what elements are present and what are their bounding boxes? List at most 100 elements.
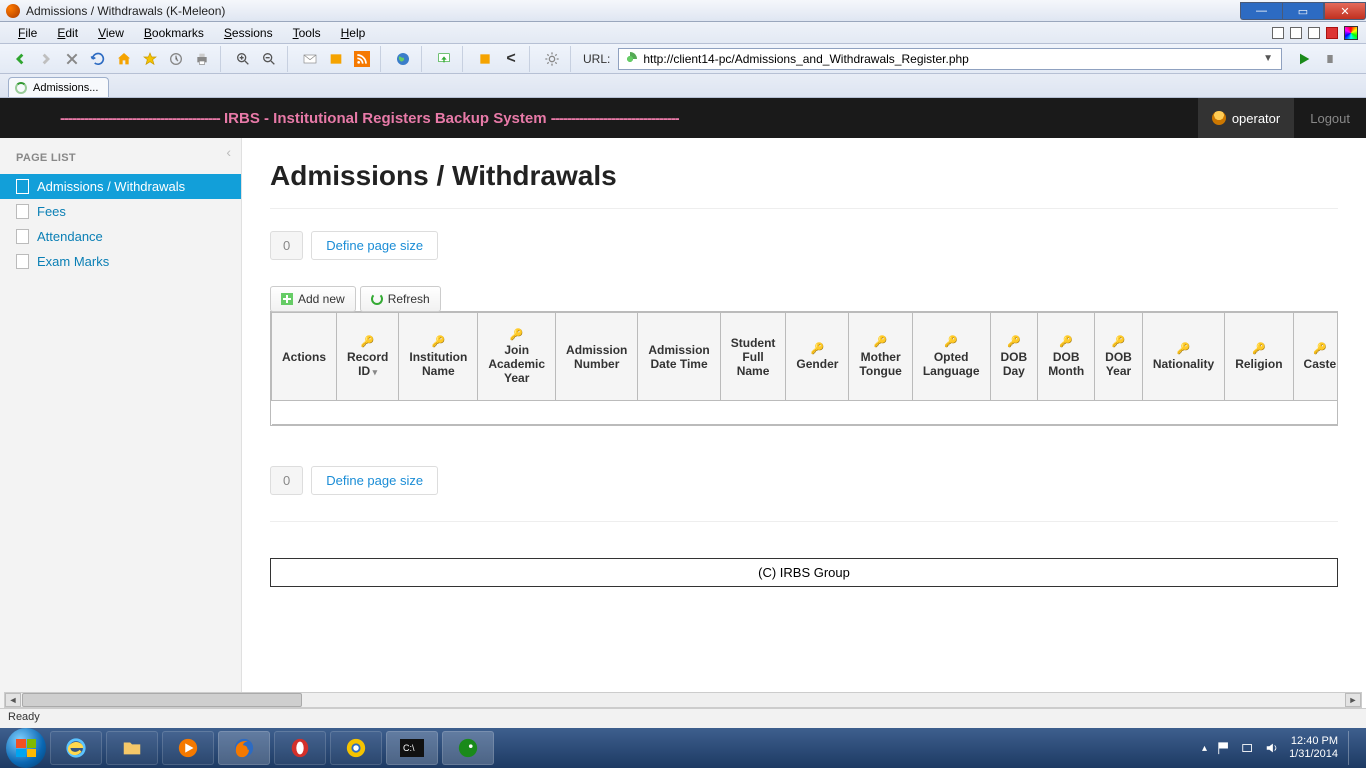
taskbar-item-cmd[interactable]: C:\: [386, 731, 438, 765]
horizontal-scrollbar[interactable]: ◄ ►: [4, 692, 1362, 708]
back-button[interactable]: [10, 49, 30, 69]
reload-button[interactable]: [88, 49, 108, 69]
window-close-button[interactable]: ✕: [1324, 2, 1366, 20]
tray-show-hidden-icon[interactable]: ▴: [1202, 743, 1207, 754]
toolbar-extra-icon[interactable]: [1320, 49, 1340, 69]
history-icon[interactable]: [166, 49, 186, 69]
sidebar-collapse-icon[interactable]: ‹: [226, 144, 231, 160]
column-header-label: Nationality: [1153, 357, 1214, 371]
tray-network-icon[interactable]: [1241, 741, 1255, 755]
column-header[interactable]: Student Full Name: [720, 313, 786, 401]
taskbar-item-suse[interactable]: [442, 731, 494, 765]
sidebar-item-admissions-withdrawals[interactable]: Admissions / Withdrawals: [0, 174, 241, 199]
key-icon: 🔑: [1304, 342, 1337, 355]
settings-gear-icon[interactable]: [542, 49, 562, 69]
window-util-icon-1[interactable]: [1272, 27, 1284, 39]
refresh-button[interactable]: Refresh: [360, 286, 441, 312]
stop-button[interactable]: [62, 49, 82, 69]
taskbar-item-ie[interactable]: [50, 731, 102, 765]
define-page-size-link[interactable]: Define page size: [311, 231, 438, 260]
show-desktop-button[interactable]: [1348, 731, 1356, 765]
menu-bookmarks[interactable]: Bookmarks: [134, 24, 214, 42]
window-minimize-button[interactable]: —: [1240, 2, 1282, 20]
menu-tools[interactable]: Tools: [283, 24, 331, 42]
record-count-badge: 0: [270, 231, 303, 260]
url-dropdown-icon[interactable]: ▼: [1259, 53, 1277, 64]
column-header[interactable]: 🔑Religion: [1225, 313, 1293, 401]
kmeleon-logo-icon[interactable]: [1344, 26, 1358, 40]
menu-sessions[interactable]: Sessions: [214, 24, 283, 42]
window-util-close-icon[interactable]: [1326, 27, 1338, 39]
scroll-left-button[interactable]: ◄: [5, 693, 21, 707]
forward-button[interactable]: [36, 49, 56, 69]
column-header[interactable]: 🔑Join Academic Year: [478, 313, 556, 401]
sidebar-item-fees[interactable]: Fees: [0, 199, 241, 224]
bookmark-star-icon[interactable]: [140, 49, 160, 69]
taskbar-item-firefox[interactable]: [218, 731, 270, 765]
column-header[interactable]: Admission Number: [556, 313, 638, 401]
menu-help[interactable]: Help: [331, 24, 376, 42]
column-header[interactable]: Actions: [272, 313, 337, 401]
globe-icon[interactable]: [393, 49, 413, 69]
record-count-badge-bottom: 0: [270, 466, 303, 495]
go-button[interactable]: [1294, 49, 1314, 69]
column-header[interactable]: 🔑Caste: [1293, 313, 1338, 401]
zoom-out-icon[interactable]: [259, 49, 279, 69]
url-bar[interactable]: ▼: [618, 48, 1282, 70]
sidebar-item-exam-marks[interactable]: Exam Marks: [0, 249, 241, 274]
mail-icon[interactable]: [300, 49, 320, 69]
column-header[interactable]: 🔑DOB Month: [1038, 313, 1095, 401]
column-header[interactable]: 🔑Mother Tongue: [849, 313, 912, 401]
column-header[interactable]: 🔑DOB Day: [990, 313, 1038, 401]
menu-view[interactable]: View: [88, 24, 134, 42]
scroll-thumb[interactable]: [22, 693, 302, 707]
taskbar-item-opera[interactable]: [274, 731, 326, 765]
logout-link[interactable]: Logout: [1294, 98, 1366, 138]
url-label: URL:: [583, 52, 610, 66]
tray-time: 12:40 PM: [1289, 735, 1338, 748]
define-page-size-link-bottom[interactable]: Define page size: [311, 466, 438, 495]
column-header[interactable]: 🔑Record ID ▾: [337, 313, 399, 401]
sidebar-item-label: Fees: [37, 204, 66, 219]
taskbar-item-chrome[interactable]: [330, 731, 382, 765]
menu-edit[interactable]: Edit: [47, 24, 88, 42]
news-icon[interactable]: [326, 49, 346, 69]
scroll-right-button[interactable]: ►: [1345, 693, 1361, 707]
window-maximize-button[interactable]: ▭: [1282, 2, 1324, 20]
tray-clock[interactable]: 12:40 PM 1/31/2014: [1289, 735, 1338, 760]
print-icon[interactable]: [192, 49, 212, 69]
column-header[interactable]: Admission Date Time: [638, 313, 720, 401]
rss-icon[interactable]: [352, 49, 372, 69]
document-icon: [16, 229, 29, 244]
download-icon[interactable]: [434, 49, 454, 69]
share-icon[interactable]: <: [501, 49, 521, 69]
browser-toolbar: < URL: ▼: [0, 44, 1366, 74]
sidebar-item-attendance[interactable]: Attendance: [0, 224, 241, 249]
tray-flag-icon[interactable]: [1217, 741, 1231, 755]
column-header[interactable]: 🔑Gender: [786, 313, 849, 401]
home-button[interactable]: [114, 49, 134, 69]
menu-file[interactable]: File: [8, 24, 47, 42]
user-menu[interactable]: operator: [1198, 98, 1294, 138]
window-util-icon-2[interactable]: [1290, 27, 1302, 39]
taskbar-item-media[interactable]: [162, 731, 214, 765]
sort-indicator-icon: ▾: [370, 367, 377, 377]
column-header[interactable]: 🔑DOB Year: [1095, 313, 1143, 401]
column-header-label: Religion: [1235, 357, 1282, 371]
zoom-in-icon[interactable]: [233, 49, 253, 69]
start-button[interactable]: [6, 728, 46, 768]
column-header[interactable]: 🔑Institution Name: [399, 313, 478, 401]
add-new-button[interactable]: Add new: [270, 286, 356, 312]
column-header[interactable]: 🔑Opted Language: [912, 313, 990, 401]
url-input[interactable]: [643, 52, 1259, 66]
refresh-icon: [371, 293, 383, 305]
tray-volume-icon[interactable]: [1265, 741, 1279, 755]
window-titlebar: Admissions / Withdrawals (K-Meleon) — ▭ …: [0, 0, 1366, 22]
taskbar-item-explorer[interactable]: [106, 731, 158, 765]
column-header-label: Opted Language: [923, 350, 980, 378]
window-util-icon-3[interactable]: [1308, 27, 1320, 39]
plugin-icon-1[interactable]: [475, 49, 495, 69]
browser-tab[interactable]: Admissions...: [8, 77, 109, 97]
site-favicon-icon: [623, 52, 637, 66]
column-header[interactable]: 🔑Nationality: [1142, 313, 1224, 401]
